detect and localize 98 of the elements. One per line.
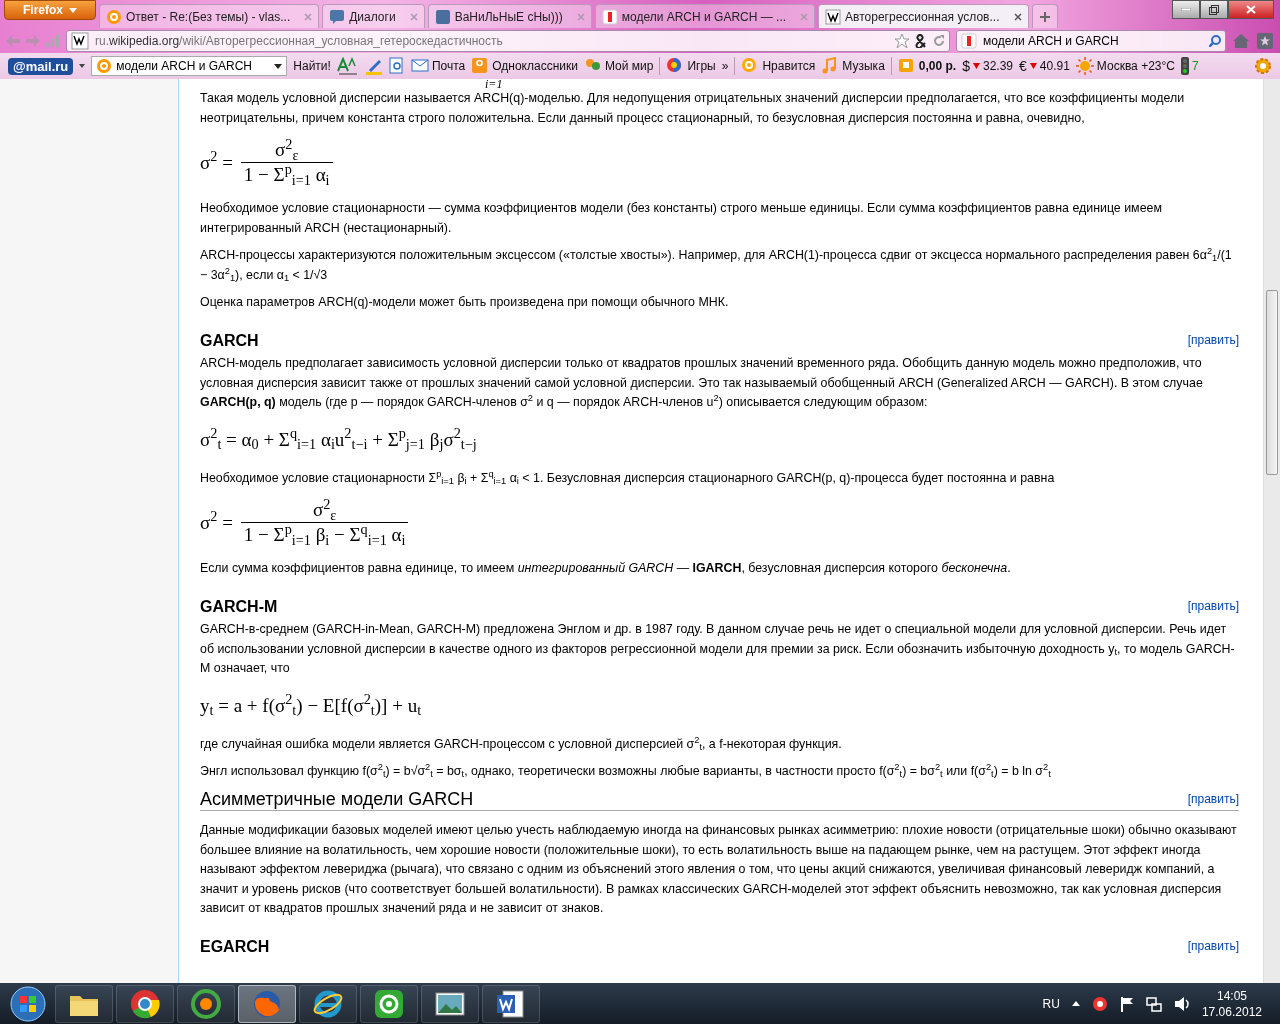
currency-rate[interactable]: $ 32.39	[962, 55, 1013, 77]
maximize-button[interactable]	[1200, 0, 1228, 19]
clock-time[interactable]: 14:05	[1201, 987, 1262, 1004]
down-triangle-icon	[1029, 63, 1037, 69]
caret-icon[interactable]	[274, 63, 283, 69]
up-caret-icon[interactable]	[1071, 1001, 1080, 1006]
close-icon[interactable]	[1013, 12, 1022, 21]
edit-link[interactable]: [править]	[1187, 330, 1239, 350]
url-text: ru.wikipedia.org/wiki/Авторегрессионная_условная_гетероскедастичность	[95, 32, 504, 50]
toolbar-link[interactable]: Почта	[410, 57, 466, 75]
browser-tab[interactable]: ВаНиЛьНыЕ сНы)))	[427, 4, 592, 28]
page-search-icon[interactable]	[388, 57, 405, 75]
toolbar-link[interactable]: Музыка	[821, 57, 885, 75]
target-icon[interactable]	[1091, 995, 1108, 1012]
mail-at-icon	[96, 58, 113, 74]
mail-logo[interactable]: @mail.ru	[8, 57, 74, 75]
speaker-icon[interactable]	[1173, 995, 1190, 1012]
reload-icon[interactable]	[933, 34, 945, 47]
minimize-icon	[1181, 8, 1191, 11]
document-w-icon	[495, 987, 527, 1020]
highlighter-icon[interactable]	[364, 57, 383, 75]
round-logo-icon	[190, 987, 222, 1020]
taskbar-button[interactable]	[299, 984, 357, 1023]
toolbar-link[interactable]: Нравится	[741, 57, 816, 75]
envelope-icon	[410, 57, 429, 75]
scrollbar[interactable]	[1263, 79, 1280, 983]
clock-date[interactable]: 17.06.2012	[1201, 1003, 1262, 1020]
find-button[interactable]: Найти!	[293, 57, 331, 75]
currency-rate[interactable]: € 40.91	[1019, 55, 1070, 77]
star-icon[interactable]	[895, 33, 909, 48]
paragraph: Необходимое условие стационарности Σ$^{p}$$_{i=1}$ β$_{i}$ + Σ$^{q}$$_{i=1}$ α$_{i}$ < 1. Безусловная дисперсия стационарного GARCH(p, q)-процесса будет постоянна и равна	[200, 468, 1056, 488]
close-icon	[1246, 5, 1256, 14]
taskbar-button[interactable]	[421, 984, 479, 1023]
browser-tab[interactable]: Авторегрессионная услов...	[818, 4, 1029, 28]
taskbar-button[interactable]	[177, 984, 235, 1023]
network-icon[interactable]	[1145, 995, 1162, 1012]
taskbar-button[interactable]	[116, 984, 174, 1023]
browser-tab[interactable]: Ответ - Re:(Без темы) - vlas...	[99, 4, 320, 28]
toolbar-search-field[interactable]: модели ARCH и GARCH	[91, 56, 288, 76]
taskbar-button[interactable]	[55, 984, 113, 1023]
taskbar-button[interactable]	[360, 984, 418, 1023]
toolbar-link[interactable]: 0,00 р.	[897, 57, 957, 75]
mail-at-icon	[373, 987, 405, 1020]
caret-icon[interactable]	[79, 64, 86, 68]
round-logo-icon	[129, 987, 161, 1020]
formula-fragment: i=1	[484, 79, 504, 89]
formula: y$_{t}$ = a + f(σ$^{2}$$_{t}$) − E[f(σ$^{2}$$_{t}$)] + u$_{t}$	[200, 693, 422, 718]
search-field[interactable]: модели ARCH и GARCH	[956, 29, 1226, 52]
edit-link[interactable]: [править]	[1187, 936, 1239, 956]
paragraph: где случайная ошибка модели является GARCH-процессом с условной дисперсией σ$^{2}$$_{t}$, а f-некоторая функция.	[200, 734, 843, 754]
toolbar-link[interactable]: Одноклассники	[471, 57, 578, 75]
signal-bars-icon	[46, 34, 60, 47]
language-indicator[interactable]: RU	[1042, 994, 1060, 1013]
close-button[interactable]	[1228, 0, 1274, 19]
edit-link[interactable]: [править]	[1187, 596, 1239, 616]
paragraph: Оценка параметров ARCH(q)-модели может быть произведена при помощи обычного МНК.	[200, 294, 730, 311]
wallet-icon	[897, 57, 916, 75]
sun-icon	[1075, 57, 1094, 75]
section-heading: Асимметричные модели GARCH	[200, 789, 474, 809]
flag-icon[interactable]	[1119, 995, 1134, 1012]
restore-icon	[1209, 4, 1219, 15]
windows-orb-icon	[10, 985, 46, 1022]
mail-at-icon	[106, 8, 122, 25]
more-button[interactable]: »	[721, 57, 729, 75]
toolbar-link[interactable]: Мой мир	[583, 57, 654, 75]
scrollbar-thumb[interactable]	[1266, 290, 1278, 475]
gear-icon[interactable]	[1254, 57, 1272, 75]
minimize-button[interactable]	[1172, 0, 1200, 19]
plus-icon	[1039, 11, 1050, 22]
taskbar-button[interactable]	[238, 984, 296, 1023]
paragraph: Такая модель условной дисперсии называется ARCH(q)-моделью. Для недопущения отрицательных значений дисперсии предполагается, что все коэффициенты модели неотрицательны, причем константа строго положительна. Если данный процесс стационарный, то безусловная дисперсия постоянна и равна, очевидно,	[200, 90, 1186, 127]
ampersand-icon[interactable]	[915, 33, 927, 48]
paragraph: Если сумма коэффициентов равна единице, то имеем интегрированный GARCH — IGARCH, безусловная дисперсия которого бесконечна.	[200, 560, 1012, 577]
paragraph: Данные модификации базовых моделей имеют целью учесть наблюдаемую иногда на финансовых рынках асимметрию: плохие новости (отрицательные шоки) обычно оказывают большее влияние на волатильность, чем хорошие новости (положительные шоки), то есть волатильность выше на падающем рынке, чем на растущем. Этот эффект иногда называют эффектом левериджа (рычага), что связано с одним из объяснений этого явления о том, что цены акций снижаются, увеличивая финансовый леверидж компаний, а значит и уровень рисков (что соответствует большей волатильности). В рамках классических GARCH-моделей этот эффект объяснить невозможно, так как условная дисперсия зависит от квадратов прошлых значений ряда и не зависит от знаков.	[200, 822, 1238, 917]
social-logo-icon	[471, 57, 490, 75]
bookmarks-icon[interactable]	[1256, 31, 1274, 50]
toolbar-link[interactable]: Москва +23°C	[1075, 57, 1175, 75]
caret-icon	[69, 7, 77, 13]
toolbar-link[interactable]: Игры	[666, 57, 716, 75]
subsection-heading: EGARCH	[200, 936, 270, 956]
font-size-icon[interactable]	[336, 57, 359, 75]
subsection-heading: GARCH	[200, 330, 259, 350]
paragraph: Необходимое условие стационарности — сумма коэффициентов модели (без константы) строго меньше единицы. Если сумма коэффициентов равна единице имеем интегрированный ARCH (нестационарный).	[200, 200, 1163, 237]
browser-tab[interactable]: Диалоги	[322, 4, 425, 28]
new-tab-button[interactable]	[1031, 4, 1058, 28]
address-bar[interactable]: ru.wikipedia.org/wiki/Авторегрессионная_условная_гетероскедастичность	[66, 29, 950, 52]
search-icon[interactable]	[1209, 34, 1221, 47]
edit-link[interactable]: [править]	[1187, 789, 1239, 809]
browser-tab[interactable]: модели ARCH и GARCH — ...	[594, 4, 816, 28]
traffic-light-icon	[1180, 57, 1189, 75]
taskbar-button[interactable]	[482, 984, 540, 1023]
paragraph: ARCH-модель предполагает зависимость условной дисперсии только от квадратов прошлых значений временного ряда. Обобщить данную модель можно предположив, что условная дисперсия зависит также от прошлых значений самой условной дисперсии. Это так называемый обобщенный ARCH (Generalized ARCH — GARCH). В этом случае GARCH(p, q) модель (где p — порядок GARCH-членов σ$^{2}$ и q — порядок ARCH-членов u$^{2}$) описывается следующим образом:	[200, 355, 1204, 411]
speech-bubble-icon	[329, 8, 346, 25]
paragraph: GARCH-в-среднем (GARCH-in-Mean, GARCH-M) предложена Энглом и др. в 1987 году. В данном случае речь не идет о специальной модели для условной дисперсии. Речь идет об использовании условной дисперсии в качестве одного из факторов регрессионной модели для премии за риск. Если обозначить избыточную доходность y$_{t}$, то модель GARCH-M означает, что	[200, 621, 1236, 677]
search-engine-icon	[961, 32, 977, 49]
paragraph: ARCH-процессы характеризуются положительным эксцессом («толстые хвосты»). Например, для ARCH(1)-процесса сдвиг от эксцесса нормального распределения равен 6α$^{2}$$_{1}$/(1 − 3α$^{2}$$_{1}$), если α$_{1}$ < 1/√3	[200, 246, 1233, 285]
down-triangle-icon	[972, 63, 980, 69]
subsection-heading: GARCH-M	[200, 596, 278, 616]
